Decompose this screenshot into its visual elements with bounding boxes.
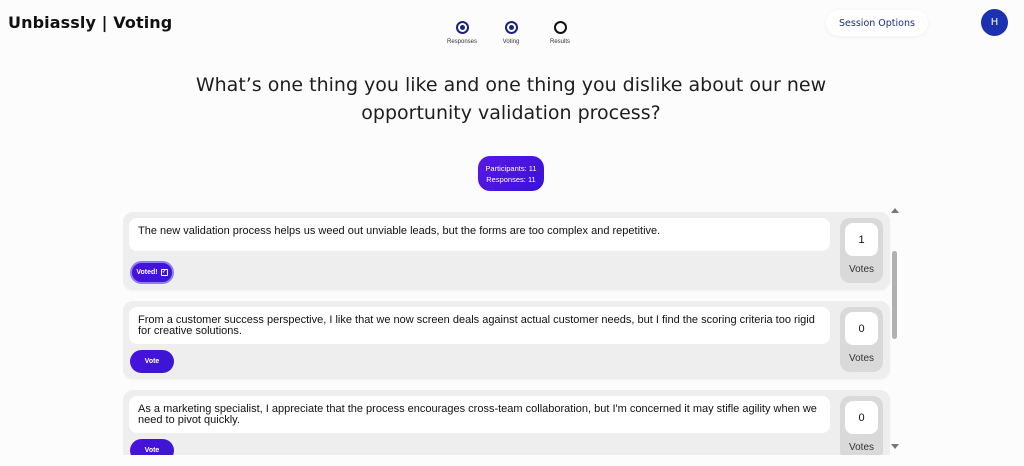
session-options-button[interactable]: Session Options [826, 10, 928, 36]
response-card: The new validation process helps us weed… [123, 212, 890, 290]
participants-count: Participants: 11 [485, 163, 537, 173]
step-label: Responses [446, 39, 478, 45]
response-card: From a customer success perspective, I l… [123, 301, 890, 379]
vote-button-label: Voted! [136, 269, 158, 276]
vote-count-box: 1 Votes [840, 218, 883, 283]
step-upcoming-icon [553, 21, 567, 34]
step-completed-icon [455, 21, 469, 34]
step-responses: Responses [437, 19, 487, 45]
vote-count-box: 0 Votes [840, 396, 883, 455]
responses-list: The new validation process helps us weed… [123, 211, 891, 455]
user-avatar[interactable]: H [981, 9, 1008, 36]
votes-label: Votes [848, 442, 875, 453]
vote-button[interactable]: Vote [130, 350, 174, 373]
step-voting: Voting [486, 19, 536, 45]
vote-count: 1 [845, 223, 878, 256]
app-logo: Unbiassly | Voting [8, 13, 173, 32]
step-current-icon [504, 21, 518, 34]
responses-count: Responses: 11 [486, 174, 536, 184]
vote-count-box: 0 Votes [840, 307, 883, 372]
response-text: As a marketing specialist, I appreciate … [129, 396, 830, 433]
session-stats-badge: Participants: 11 Responses: 11 [478, 156, 544, 191]
vote-count: 0 [845, 312, 878, 345]
vote-button[interactable]: Vote [130, 439, 174, 455]
voted-button[interactable]: Voted! ✓ [130, 261, 174, 284]
triangle-up-icon[interactable] [891, 208, 899, 213]
responses-scrollbar[interactable] [890, 207, 900, 453]
checkbox-check-icon: ✓ [160, 269, 168, 276]
progress-stepper: Responses Voting Results [440, 19, 580, 49]
response-text: From a customer success perspective, I l… [129, 307, 830, 344]
response-text: The new validation process helps us weed… [129, 218, 830, 251]
response-card: As a marketing specialist, I appreciate … [123, 390, 890, 455]
triangle-down-icon[interactable] [891, 444, 899, 449]
vote-count: 0 [845, 401, 878, 434]
scrollbar-thumb[interactable] [892, 251, 897, 339]
votes-label: Votes [848, 353, 875, 364]
step-label: Voting [502, 39, 520, 45]
step-label: Results [549, 39, 570, 45]
voting-app: Unbiassly | Voting Responses Voting Resu… [0, 0, 1024, 466]
question-title: What’s one thing you like and one thing … [195, 74, 827, 124]
step-results: Results [535, 19, 585, 45]
votes-label: Votes [848, 264, 875, 275]
